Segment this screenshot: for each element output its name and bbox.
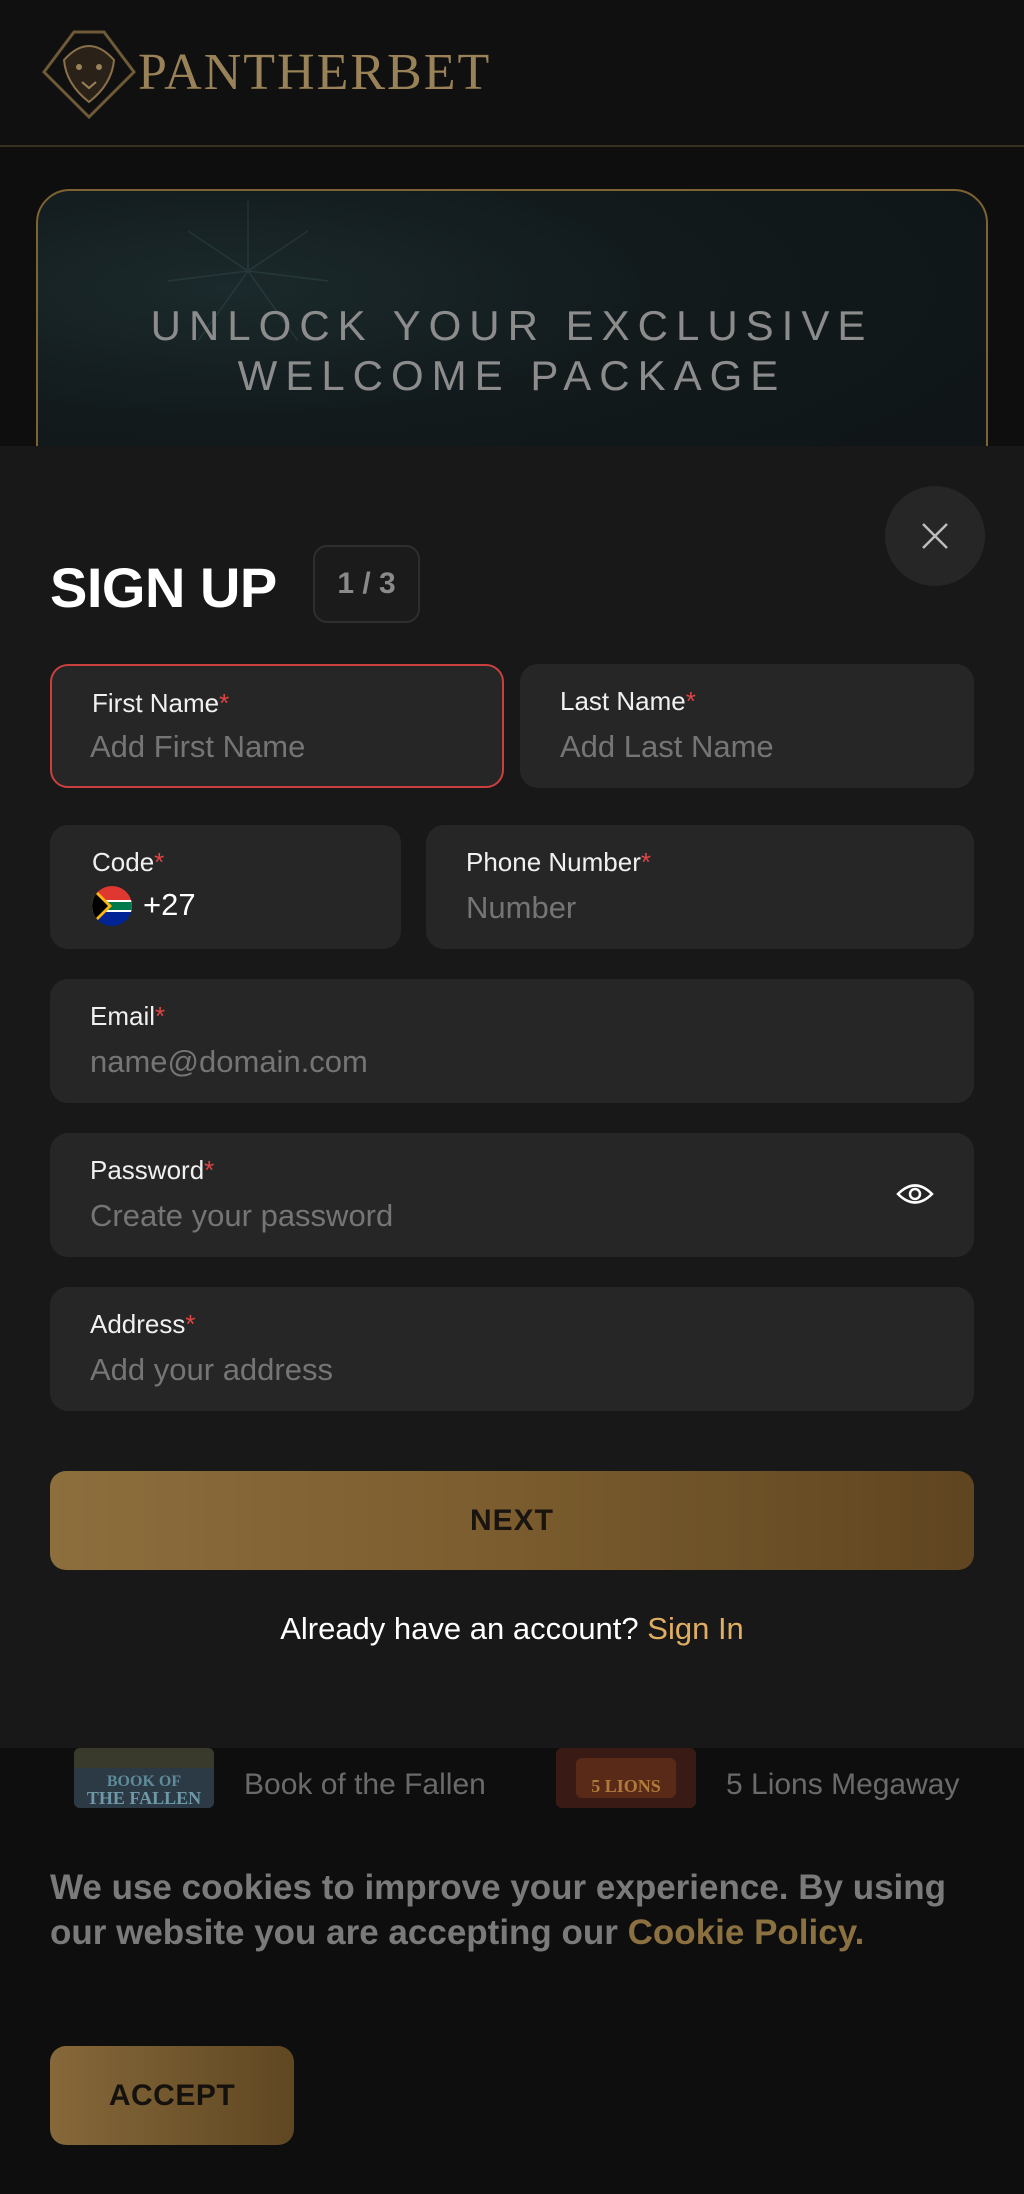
eye-icon[interactable] [896, 1179, 934, 1209]
password-input[interactable] [90, 1198, 854, 1234]
banner-title: UNLOCK YOUR EXCLUSIVE WELCOME PACKAGE [38, 301, 986, 401]
phone-number-input[interactable] [466, 890, 934, 926]
accept-cookies-button[interactable]: ACCEPT [50, 2046, 294, 2145]
last-name-input[interactable] [560, 729, 934, 765]
email-input[interactable] [90, 1044, 934, 1080]
book-of-the-fallen-thumbnail: BOOK OF THE FALLEN [74, 1748, 214, 1808]
email-field[interactable]: Email* [50, 979, 974, 1103]
last-name-label: Last Name* [560, 686, 696, 716]
svg-text:THE FALLEN: THE FALLEN [87, 1788, 201, 1808]
address-input[interactable] [90, 1352, 934, 1388]
signup-title: SIGN UP [50, 556, 277, 619]
close-icon [922, 523, 948, 549]
site-header: PANTHERBET [0, 0, 1024, 147]
signin-prompt: Already have an account? Sign In [0, 1611, 1024, 1647]
pantherbet-logo[interactable]: PANTHERBET [34, 22, 491, 122]
account-prompt-text: Already have an account? [280, 1611, 639, 1646]
signin-link[interactable]: Sign In [647, 1611, 744, 1646]
cookie-policy-link[interactable]: Cookie Policy. [628, 1913, 865, 1952]
phone-number-label: Phone Number* [466, 847, 652, 877]
close-button[interactable] [885, 486, 985, 586]
panther-logo-icon [42, 30, 136, 120]
game-name: 5 Lions Megaway [726, 1768, 960, 1801]
first-name-input[interactable] [90, 729, 462, 765]
brand-name: PANTHERBET [138, 43, 492, 101]
5-lions-megaways-thumbnail: 5 LIONS [556, 1748, 696, 1808]
games-strip: BOOK OF THE FALLEN Book of the Fallen 5 … [36, 1748, 988, 1822]
south-africa-flag-icon [92, 886, 132, 926]
country-code-value: +27 [143, 887, 196, 922]
next-button[interactable]: NEXT [50, 1471, 974, 1570]
address-label: Address* [90, 1309, 196, 1339]
last-name-field[interactable]: Last Name* [520, 664, 974, 788]
password-field[interactable]: Password* [50, 1133, 974, 1257]
cookie-message: We use cookies to improve your experienc… [50, 1868, 947, 1952]
first-name-label: First Name* [92, 688, 230, 718]
email-label: Email* [90, 1001, 166, 1031]
banner-title-line2: WELCOME PACKAGE [237, 352, 787, 399]
game-card[interactable]: 5 LIONS 5 Lions Megaway [556, 1748, 959, 1822]
phone-number-field[interactable]: Phone Number* [426, 825, 974, 949]
code-label: Code* [92, 847, 165, 877]
cookie-banner: We use cookies to improve your experienc… [0, 1822, 1024, 2194]
game-card[interactable]: BOOK OF THE FALLEN Book of the Fallen [74, 1748, 486, 1822]
country-code-select[interactable]: Code* +27 [50, 825, 401, 949]
game-name: Book of the Fallen [244, 1768, 486, 1801]
address-field[interactable]: Address* [50, 1287, 974, 1411]
step-indicator: 1 / 3 [313, 545, 420, 623]
first-name-field[interactable]: First Name* [50, 664, 504, 788]
svg-text:5 LIONS: 5 LIONS [591, 1776, 661, 1796]
password-label: Password* [90, 1155, 215, 1185]
banner-title-line1: UNLOCK YOUR EXCLUSIVE [150, 302, 874, 349]
